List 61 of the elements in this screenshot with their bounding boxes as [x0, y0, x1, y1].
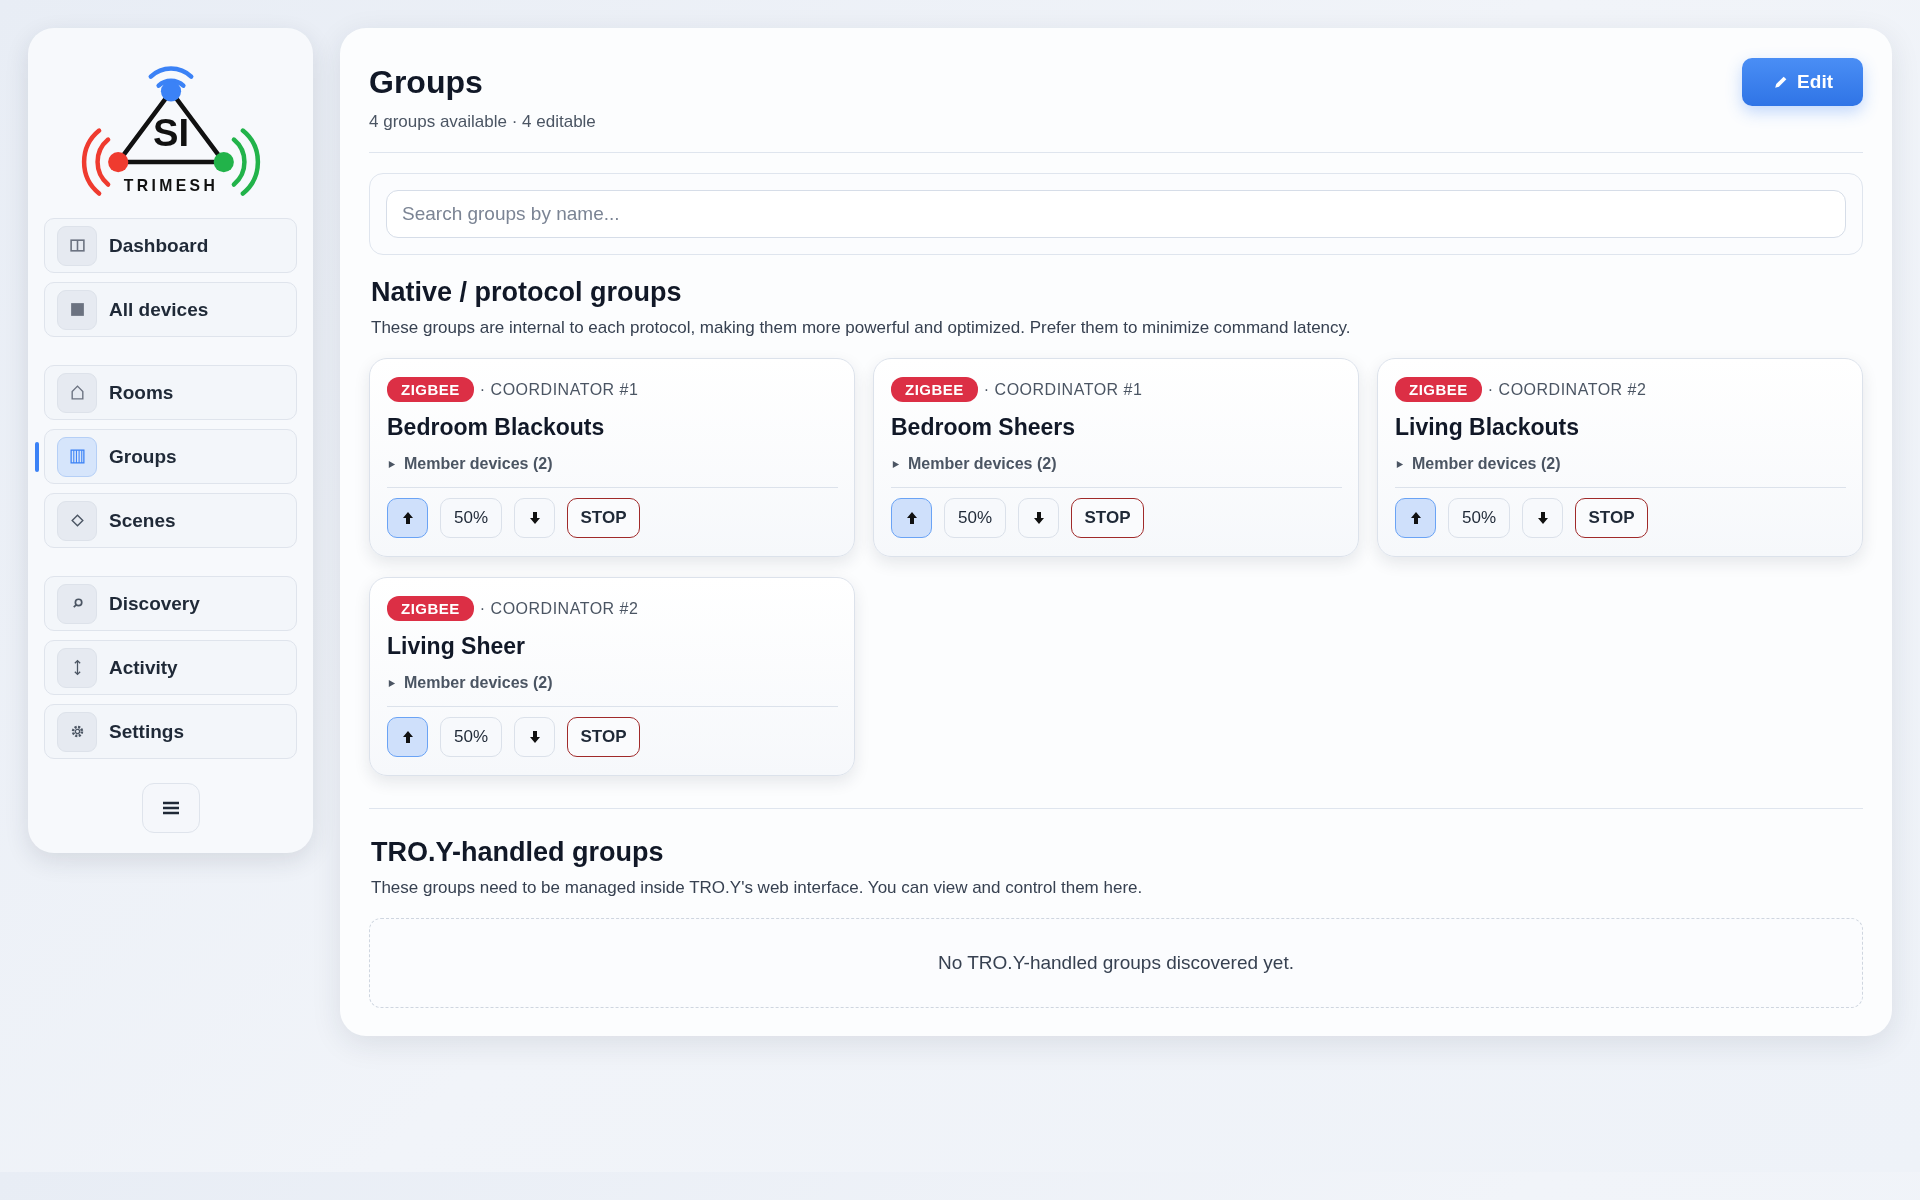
protocol-badge: ZIGBEE: [387, 377, 474, 402]
position-button[interactable]: 50%: [944, 498, 1006, 538]
menu-button[interactable]: [141, 783, 200, 833]
nav-item[interactable]: Activity: [44, 640, 297, 695]
edit-button[interactable]: Edit: [1742, 58, 1863, 106]
coordinator-label: · COORDINATOR #1: [479, 380, 639, 399]
menu-icon: [161, 801, 180, 815]
protocol-badge: ZIGBEE: [387, 596, 474, 621]
stop-button[interactable]: STOP: [1071, 498, 1144, 538]
empty-message: No TRO.Y-handled groups discovered yet.: [938, 952, 1294, 974]
member-devices-toggle[interactable]: Member devices (2): [1395, 455, 1846, 488]
section-description: These groups need to be managed inside TRO.Y's web interface. You can view and control them here.: [371, 878, 1144, 898]
group-name: Living Sheer: [387, 633, 527, 660]
protocol-badge: ZIGBEE: [891, 377, 978, 402]
member-devices-toggle[interactable]: Member devices (2): [387, 455, 838, 488]
group-name: Living Blackouts: [1395, 414, 1581, 441]
blinds-icon: [68, 448, 86, 465]
caret-icon: [387, 678, 396, 688]
house-icon: [68, 384, 86, 401]
group-name: Bedroom Sheers: [891, 414, 1077, 441]
coordinator-label: · COORDINATOR #2: [479, 599, 639, 618]
stop-button[interactable]: STOP: [567, 717, 640, 757]
down-button[interactable]: [514, 717, 555, 757]
position-button[interactable]: 50%: [440, 717, 502, 757]
down-button[interactable]: [1522, 498, 1563, 538]
up-button[interactable]: [387, 498, 428, 538]
down-button[interactable]: [514, 498, 555, 538]
protocol-badge: ZIGBEE: [1395, 377, 1482, 402]
nav-item[interactable]: Dashboard: [44, 218, 297, 273]
down-button[interactable]: [1018, 498, 1059, 538]
position-button[interactable]: 50%: [1448, 498, 1510, 538]
stop-button[interactable]: STOP: [1575, 498, 1648, 538]
nav-item[interactable]: Discovery: [44, 576, 297, 631]
stop-button[interactable]: STOP: [567, 498, 640, 538]
section-title: Native / protocol groups: [371, 277, 683, 308]
up-button[interactable]: [891, 498, 932, 538]
coordinator-label: · COORDINATOR #1: [983, 380, 1143, 399]
page-subtitle: 4 groups available · 4 editable: [369, 112, 596, 132]
section-title: TRO.Y-handled groups: [371, 837, 665, 868]
nav-item[interactable]: Scenes: [44, 493, 297, 548]
nav-item[interactable]: Settings: [44, 704, 297, 759]
columns-icon: [68, 237, 86, 254]
caret-icon: [1395, 459, 1404, 469]
up-button[interactable]: [387, 717, 428, 757]
member-devices-toggle[interactable]: Member devices (2): [387, 674, 838, 707]
diamond-icon: [68, 512, 86, 529]
up-button[interactable]: [1395, 498, 1436, 538]
caret-icon: [891, 459, 900, 469]
section-description: These groups are internal to each protocol, making them more powerful and optimized. Prefer them to minimize command latency.: [371, 318, 1352, 338]
page-title: Groups: [369, 66, 484, 98]
nav-item[interactable]: All devices: [44, 282, 297, 337]
coordinator-label: · COORDINATOR #2: [1487, 380, 1647, 399]
logo-mark: SI: [152, 111, 189, 155]
search-field[interactable]: Search groups by name...: [386, 190, 1846, 238]
caret-icon: [387, 459, 396, 469]
nav-item[interactable]: Rooms: [44, 365, 297, 420]
position-button[interactable]: 50%: [440, 498, 502, 538]
member-devices-toggle[interactable]: Member devices (2): [891, 455, 1342, 488]
logo-wordmark: TRIMESH: [123, 177, 218, 195]
group-name: Bedroom Blackouts: [387, 414, 606, 441]
grid-icon: [68, 301, 86, 318]
